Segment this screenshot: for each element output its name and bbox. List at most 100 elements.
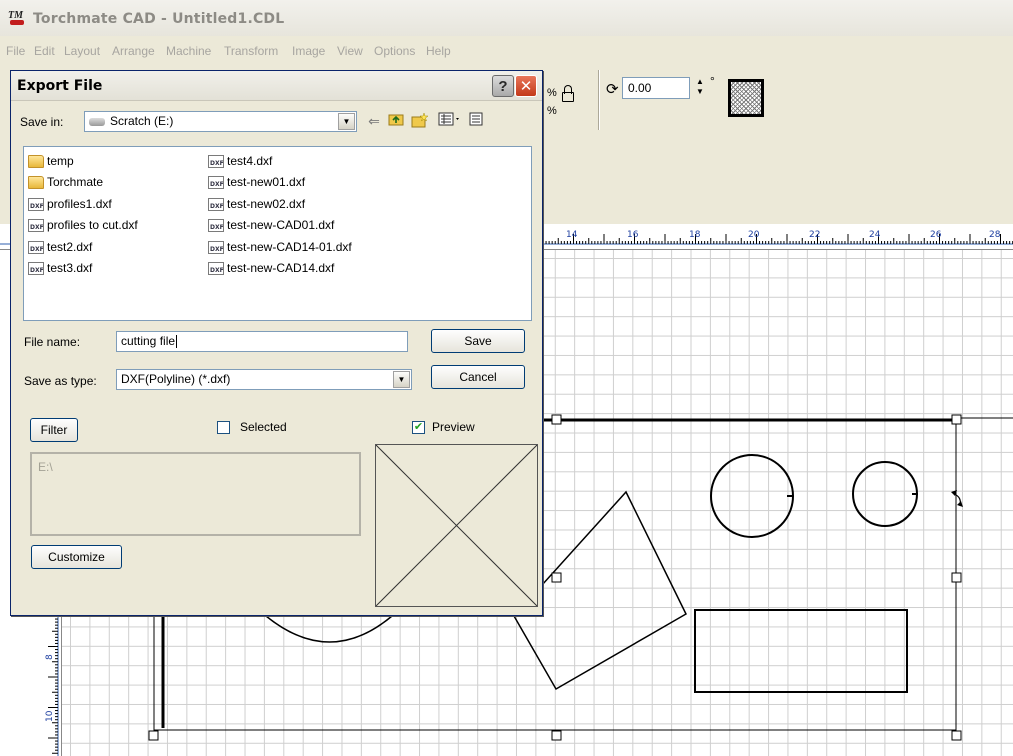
file-item-label: test3.dxf bbox=[47, 261, 93, 275]
file-name-input[interactable]: cutting file bbox=[116, 331, 408, 352]
ruler-label-8: 8 bbox=[45, 654, 55, 660]
file-item-label: temp bbox=[47, 154, 74, 168]
ruler-label-20: 20 bbox=[748, 230, 760, 240]
view-menu-icon[interactable] bbox=[437, 112, 463, 130]
spin-down-icon[interactable]: ▼ bbox=[695, 87, 705, 97]
file-item[interactable]: test-new-CAD14-01.dxf bbox=[208, 239, 352, 256]
ruler-label-16: 16 bbox=[627, 230, 639, 240]
ruler-label-26: 26 bbox=[930, 230, 942, 240]
preview-label: Preview bbox=[432, 420, 475, 434]
details-view-icon[interactable] bbox=[467, 112, 485, 130]
dxf-file-icon bbox=[208, 197, 224, 211]
degree-symbol: ° bbox=[710, 74, 715, 88]
preview-checkbox[interactable]: ✔ bbox=[412, 421, 425, 434]
save-as-type-label: Save as type: bbox=[24, 374, 97, 388]
drive-icon bbox=[89, 117, 105, 126]
selection-handle-bottom-middle[interactable] bbox=[551, 730, 562, 741]
file-item[interactable]: test-new01.dxf bbox=[208, 174, 305, 191]
selection-handle-bottom-right[interactable] bbox=[951, 730, 962, 741]
file-item-label: test-new-CAD14-01.dxf bbox=[227, 239, 352, 254]
file-list[interactable]: temp Torchmate profiles1.dxf profiles to cu… bbox=[23, 146, 532, 321]
dxf-file-icon bbox=[208, 262, 224, 275]
save-as-type-arrow-icon[interactable]: ▼ bbox=[393, 371, 410, 388]
app-title: Torchmate CAD - Untitled1.CDL bbox=[33, 11, 285, 27]
file-item-label: test-new-CAD14.dxf bbox=[227, 261, 335, 275]
file-item-label: test-new02.dxf bbox=[227, 196, 306, 211]
dxf-file-icon bbox=[28, 240, 44, 254]
save-in-dropdown[interactable]: Scratch (E:) ▼ bbox=[84, 111, 357, 132]
selected-label: Selected bbox=[240, 420, 287, 434]
file-item[interactable]: test2.dxf bbox=[28, 239, 92, 256]
ruler-label-10: 10 bbox=[45, 710, 55, 722]
ruler-label-28: 28 bbox=[989, 230, 1001, 240]
menu-arrange[interactable]: Arrange bbox=[112, 44, 155, 58]
selection-handle-middle-left[interactable] bbox=[551, 572, 562, 583]
save-in-arrow-icon[interactable]: ▼ bbox=[338, 113, 355, 130]
save-in-label: Save in: bbox=[20, 115, 64, 129]
back-arrow-icon[interactable]: ⇐ bbox=[365, 112, 383, 130]
filter-button[interactable]: Filter bbox=[30, 418, 78, 442]
file-item[interactable]: profiles1.dxf bbox=[28, 196, 112, 213]
dxf-file-icon bbox=[208, 240, 224, 254]
app-titlebar: TM Torchmate CAD - Untitled1.CDL bbox=[0, 0, 1013, 36]
up-folder-icon[interactable] bbox=[387, 112, 405, 130]
menu-layout[interactable]: Layout bbox=[64, 44, 100, 58]
file-item[interactable]: test-new-CAD01.dxf bbox=[208, 217, 334, 234]
menu-view[interactable]: View bbox=[337, 44, 363, 58]
file-item[interactable]: temp bbox=[28, 153, 74, 170]
menu-help[interactable]: Help bbox=[426, 44, 451, 58]
folder-icon bbox=[28, 155, 44, 168]
selection-handle-bottom-left[interactable] bbox=[148, 730, 159, 741]
menu-file[interactable]: File bbox=[6, 44, 25, 58]
rotate-icon: ⟳ bbox=[606, 81, 619, 98]
file-name-value: cutting file bbox=[121, 334, 176, 348]
file-item[interactable]: test3.dxf bbox=[28, 260, 92, 277]
menu-bar: File Edit Layout Arrange Machine Transfo… bbox=[0, 36, 1013, 62]
file-item[interactable]: test4.dxf bbox=[208, 153, 272, 170]
close-button[interactable]: ✕ bbox=[515, 75, 537, 97]
folder-icon bbox=[28, 176, 44, 190]
menu-edit[interactable]: Edit bbox=[34, 44, 55, 58]
menu-machine[interactable]: Machine bbox=[166, 44, 211, 58]
file-item-label: profiles1.dxf bbox=[47, 196, 112, 211]
file-name-label: File name: bbox=[24, 335, 81, 349]
path-display: E:\ bbox=[30, 452, 361, 536]
spin-up-icon[interactable]: ▲ bbox=[695, 77, 705, 87]
save-button[interactable]: Save bbox=[431, 329, 525, 353]
menu-transform[interactable]: Transform bbox=[224, 44, 278, 58]
menu-options[interactable]: Options bbox=[374, 44, 415, 58]
save-as-type-value: DXF(Polyline) (*.dxf) bbox=[121, 372, 231, 386]
dialog-titlebar[interactable]: Export File ? ✕ bbox=[11, 71, 542, 101]
rotation-spinner[interactable]: ▲ ▼ bbox=[695, 77, 705, 99]
dialog-title: Export File bbox=[17, 78, 103, 94]
dxf-file-icon bbox=[28, 219, 44, 233]
customize-button[interactable]: Customize bbox=[31, 545, 122, 569]
ruler-label-18: 18 bbox=[689, 230, 701, 240]
file-item[interactable]: test-new-CAD14.dxf bbox=[208, 260, 334, 277]
file-item[interactable]: profiles to cut.dxf bbox=[28, 217, 138, 234]
cancel-button[interactable]: Cancel bbox=[431, 365, 525, 389]
rotation-input[interactable]: 0.00 bbox=[622, 77, 690, 99]
file-item-label: test-new-CAD01.dxf bbox=[227, 218, 335, 233]
file-item[interactable]: Torchmate bbox=[28, 174, 103, 191]
preview-pane bbox=[375, 444, 538, 607]
new-folder-icon[interactable] bbox=[411, 112, 429, 130]
dxf-file-icon bbox=[208, 219, 224, 233]
selected-checkbox[interactable] bbox=[217, 421, 230, 434]
empty-preview-graphic bbox=[376, 445, 537, 606]
file-item-label: profiles to cut.dxf bbox=[47, 218, 138, 233]
fill-pattern-swatch[interactable] bbox=[728, 79, 764, 117]
selection-handle-top-right[interactable] bbox=[951, 414, 962, 425]
selection-handle-top-middle[interactable] bbox=[551, 414, 562, 425]
selection-handle-middle-right[interactable] bbox=[951, 572, 962, 583]
scale-y-percent: % bbox=[547, 105, 557, 117]
help-button[interactable]: ? bbox=[492, 75, 514, 97]
lock-icon[interactable] bbox=[562, 85, 574, 102]
export-file-dialog: Export File ? ✕ Save in: Scratch (E:) ▼ … bbox=[10, 70, 543, 616]
file-item-label: test2.dxf bbox=[47, 239, 93, 254]
menu-image[interactable]: Image bbox=[292, 44, 325, 58]
dxf-file-icon bbox=[28, 197, 44, 211]
file-item[interactable]: test-new02.dxf bbox=[208, 196, 305, 213]
save-as-type-dropdown[interactable]: DXF(Polyline) (*.dxf) ▼ bbox=[116, 369, 412, 390]
dxf-file-icon bbox=[208, 176, 224, 190]
